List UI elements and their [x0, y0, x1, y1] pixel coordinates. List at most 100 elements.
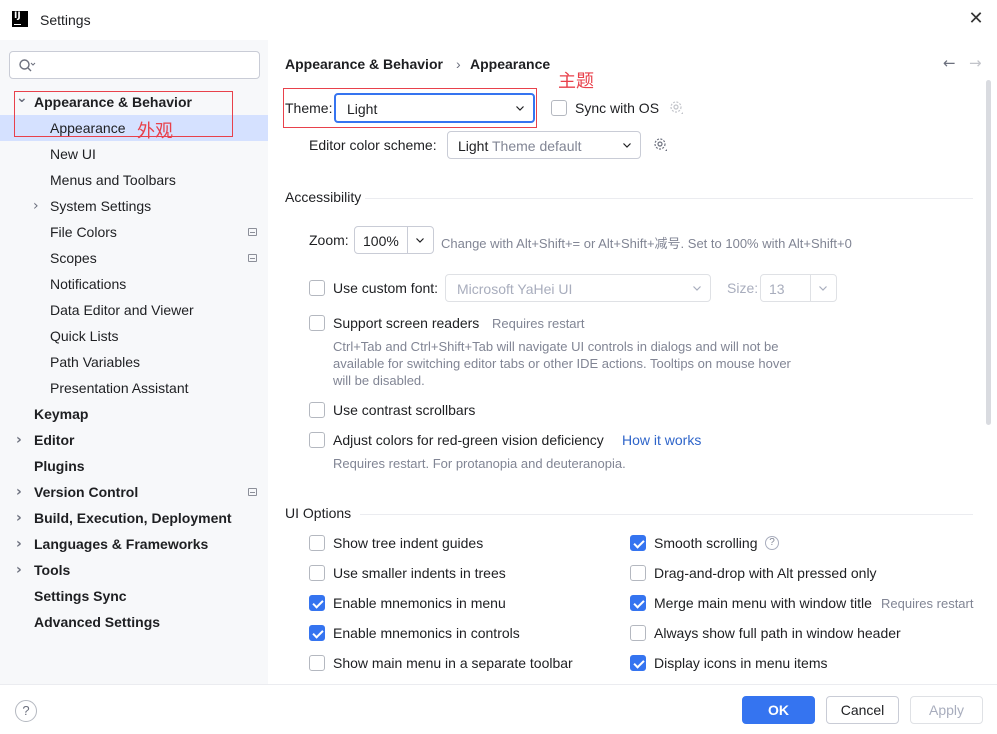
show-tree-indent-guides-checkbox[interactable] — [309, 535, 325, 551]
chevron-down-icon — [693, 286, 701, 291]
color-scheme-value: Light — [458, 138, 489, 154]
sidebar-item-plugins[interactable]: Plugins — [0, 453, 268, 479]
gear-icon[interactable] — [669, 100, 685, 116]
theme-value: Light — [347, 101, 378, 117]
forward-arrow-icon[interactable]: → — [969, 54, 982, 72]
enable-mnemonics-in-menu-checkbox[interactable] — [309, 595, 325, 611]
sync-with-os-checkbox[interactable] — [551, 100, 567, 116]
enable-mnemonics-in-controls-checkbox[interactable] — [309, 625, 325, 641]
chevron-right-icon[interactable]: › — [16, 531, 26, 557]
red-green-checkbox[interactable] — [309, 432, 325, 448]
ok-button[interactable]: OK — [742, 696, 815, 724]
chevron-down-icon — [416, 238, 424, 243]
chevron-down-icon — [819, 286, 827, 291]
section-divider — [360, 514, 973, 515]
contrast-scrollbars-label[interactable]: Use contrast scrollbars — [333, 402, 475, 418]
red-green-label[interactable]: Adjust colors for red-green vision defic… — [333, 432, 604, 448]
sidebar-item-menus-and-toolbars[interactable]: Menus and Toolbars — [0, 167, 268, 193]
sidebar-item-build-execution-deployment[interactable]: › Build, Execution, Deployment — [0, 505, 268, 531]
help-button[interactable]: ? — [15, 700, 37, 722]
always-show-full-path-in-window-header-label[interactable]: Always show full path in window header — [654, 625, 901, 641]
merge-main-menu-with-window-title-checkbox[interactable] — [630, 595, 646, 611]
help-icon[interactable]: ? — [765, 536, 779, 550]
screen-readers-desc-line: available for switching editor tabs or o… — [333, 356, 791, 371]
enable-mnemonics-in-controls-label[interactable]: Enable mnemonics in controls — [333, 625, 520, 641]
breadcrumb-separator: › — [456, 56, 461, 72]
color-scheme-sub: Theme default — [488, 138, 582, 154]
font-size-dropdown[interactable]: 13 — [760, 274, 837, 302]
sidebar-item-new-ui[interactable]: New UI — [0, 141, 268, 167]
breadcrumb-current: Appearance — [470, 56, 551, 72]
use-smaller-indents-in-trees-checkbox[interactable] — [309, 565, 325, 581]
back-arrow-icon[interactable]: ← — [943, 54, 956, 72]
sidebar-item-quick-lists[interactable]: Quick Lists — [0, 323, 268, 349]
sidebar-item-system-settings[interactable]: › System Settings — [0, 193, 268, 219]
drag-and-drop-with-alt-pressed-only-label[interactable]: Drag-and-drop with Alt pressed only — [654, 565, 877, 581]
how-it-works-link[interactable]: How it works — [622, 432, 701, 448]
cancel-button[interactable]: Cancel — [826, 696, 899, 724]
chevron-right-icon[interactable]: › — [16, 479, 26, 505]
sidebar-item-notifications[interactable]: Notifications — [0, 271, 268, 297]
screen-readers-checkbox[interactable] — [309, 315, 325, 331]
settings-content: Appearance & Behavior › Appearance ← → 主… — [268, 40, 997, 684]
show-main-menu-in-a-separate-toolbar-label[interactable]: Show main menu in a separate toolbar — [333, 655, 573, 671]
sidebar-item-keymap[interactable]: Keymap — [0, 401, 268, 427]
intellij-logo-icon: IJ — [12, 11, 28, 27]
settings-sidebar: ⌄ Appearance & Behavior Appearance New UI Me… — [0, 40, 268, 684]
annotation-box-appearance — [14, 91, 233, 137]
screen-readers-label[interactable]: Support screen readers — [333, 315, 479, 331]
chevron-right-icon[interactable]: › — [33, 193, 43, 219]
display-icons-in-menu-items-label[interactable]: Display icons in menu items — [654, 655, 828, 671]
color-scheme-label: Editor color scheme: — [309, 137, 437, 153]
sidebar-item-file-colors[interactable]: File Colors — [0, 219, 268, 245]
close-icon[interactable]: ✕ — [965, 8, 987, 30]
sidebar-item-data-editor-and-viewer[interactable]: Data Editor and Viewer — [0, 297, 268, 323]
annotation-appearance: 外观 — [137, 121, 173, 142]
search-input[interactable] — [9, 51, 260, 79]
sidebar-item-presentation-assistant[interactable]: Presentation Assistant — [0, 375, 268, 401]
sidebar-item-advanced-settings[interactable]: Advanced Settings — [0, 609, 268, 635]
theme-dropdown[interactable]: Light — [334, 93, 535, 123]
sidebar-item-languages-frameworks[interactable]: › Languages & Frameworks — [0, 531, 268, 557]
breadcrumb-parent[interactable]: Appearance & Behavior — [285, 56, 443, 72]
show-main-menu-in-a-separate-toolbar-checkbox[interactable] — [309, 655, 325, 671]
chevron-right-icon[interactable]: › — [16, 557, 26, 583]
smooth-scrolling-label[interactable]: Smooth scrolling — [654, 535, 758, 551]
enable-mnemonics-in-menu-label[interactable]: Enable mnemonics in menu — [333, 595, 506, 611]
display-icons-in-menu-items-checkbox[interactable] — [630, 655, 646, 671]
zoom-dropdown[interactable]: 100% — [354, 226, 434, 254]
custom-font-dropdown[interactable]: Microsoft YaHei UI — [445, 274, 711, 302]
always-show-full-path-in-window-header-checkbox[interactable] — [630, 625, 646, 641]
sidebar-item-label: New UI — [50, 146, 96, 162]
scrollbar[interactable] — [986, 80, 991, 425]
custom-font-checkbox[interactable] — [309, 280, 325, 296]
sidebar-item-version-control[interactable]: › Version Control — [0, 479, 268, 505]
title-bar: IJ Settings ✕ — [0, 0, 997, 40]
zoom-hint: Change with Alt+Shift+= or Alt+Shift+减号.… — [441, 236, 852, 251]
zoom-value: 100% — [363, 233, 399, 249]
apply-button[interactable]: Apply — [910, 696, 983, 724]
sidebar-item-settings-sync[interactable]: Settings Sync — [0, 583, 268, 609]
chevron-right-icon[interactable]: › — [16, 427, 26, 453]
sync-with-os-label[interactable]: Sync with OS — [575, 100, 659, 116]
sidebar-item-label: Build, Execution, Deployment — [34, 510, 232, 526]
drag-and-drop-with-alt-pressed-only-checkbox[interactable] — [630, 565, 646, 581]
sidebar-item-tools[interactable]: › Tools — [0, 557, 268, 583]
custom-font-label[interactable]: Use custom font: — [333, 280, 438, 296]
sidebar-item-label: Quick Lists — [50, 328, 119, 344]
chevron-right-icon[interactable]: › — [16, 505, 26, 531]
show-tree-indent-guides-label[interactable]: Show tree indent guides — [333, 535, 483, 551]
sidebar-item-editor[interactable]: › Editor — [0, 427, 268, 453]
project-level-icon — [248, 488, 257, 496]
use-smaller-indents-in-trees-label[interactable]: Use smaller indents in trees — [333, 565, 506, 581]
screen-readers-desc-line: will be disabled. — [333, 373, 425, 388]
merge-main-menu-with-window-title-label[interactable]: Merge main menu with window title — [654, 595, 872, 611]
chevron-down-icon — [516, 106, 524, 111]
window-title: Settings — [40, 12, 91, 28]
contrast-scrollbars-checkbox[interactable] — [309, 402, 325, 418]
sidebar-item-scopes[interactable]: Scopes — [0, 245, 268, 271]
sidebar-item-path-variables[interactable]: Path Variables — [0, 349, 268, 375]
smooth-scrolling-checkbox[interactable] — [630, 535, 646, 551]
gear-icon[interactable] — [653, 137, 669, 153]
color-scheme-dropdown[interactable]: Light Theme default — [447, 131, 641, 159]
